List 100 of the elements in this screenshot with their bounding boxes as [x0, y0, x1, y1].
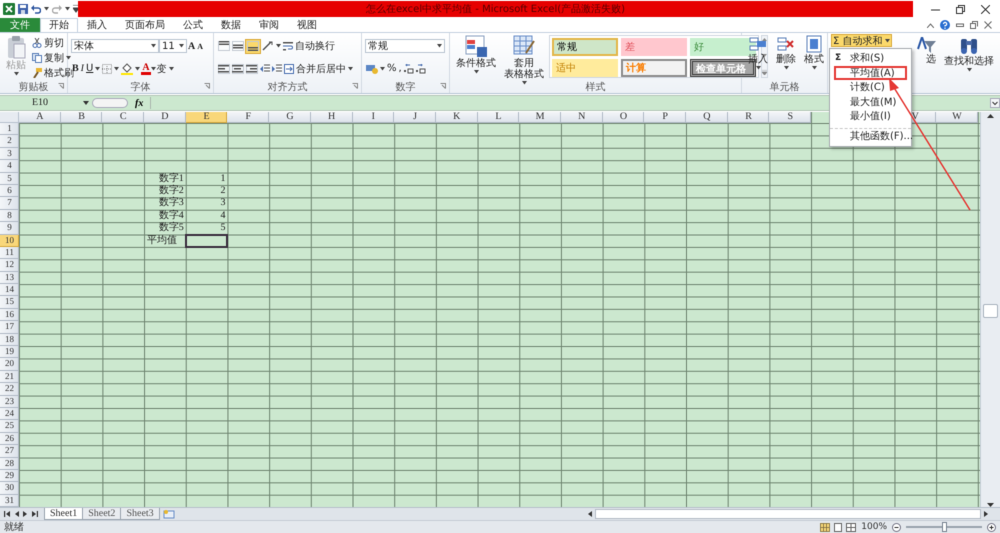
menu-item[interactable]: 计数(C) [830, 80, 911, 94]
horizontal-scrollbar[interactable] [588, 509, 988, 519]
dialog-launcher-icon[interactable] [352, 83, 358, 89]
ribbon-tab[interactable]: 页面布局 [116, 18, 174, 32]
save-icon[interactable] [18, 4, 28, 14]
menu-item[interactable]: 平均值(A) [834, 66, 907, 80]
zoom-in-icon[interactable] [987, 522, 996, 532]
column-header[interactable]: S [769, 112, 812, 123]
row-header[interactable]: 21 [0, 370, 19, 384]
row-header[interactable]: 15 [0, 296, 19, 309]
column-header[interactable]: W [936, 112, 978, 123]
minimize-window-icon[interactable] [956, 21, 964, 29]
column-header[interactable]: Q [686, 112, 728, 123]
decrease-decimal-button[interactable] [414, 61, 427, 76]
expand-formula-bar-icon[interactable] [990, 98, 1000, 108]
row-header[interactable]: 14 [0, 284, 19, 296]
row-header[interactable]: 26 [0, 432, 19, 446]
format-as-table-button[interactable]: 套用 表格格式 [501, 35, 547, 79]
row-header[interactable]: 13 [0, 272, 19, 284]
ribbon-tab[interactable]: 插入 [78, 18, 116, 32]
column-header[interactable]: K [436, 112, 478, 123]
merge-center-button[interactable]: 合并后居中 [283, 61, 354, 76]
align-right-button[interactable] [245, 61, 259, 76]
ribbon-tab[interactable]: 视图 [288, 18, 326, 32]
column-header[interactable]: E [186, 112, 228, 123]
row-header[interactable]: 2 [0, 135, 19, 148]
column-header[interactable]: O [602, 112, 644, 123]
first-sheet-icon[interactable] [4, 511, 10, 517]
shrink-font-button[interactable]: A [196, 38, 204, 54]
row-header[interactable]: 12 [0, 259, 19, 272]
close-icon[interactable] [981, 4, 990, 14]
restore-icon[interactable] [956, 4, 965, 14]
autosum-button[interactable]: Σ 自动求和 [831, 34, 892, 47]
row-header[interactable]: 10 [0, 234, 19, 247]
align-top-button[interactable] [217, 38, 231, 54]
column-header[interactable]: R [728, 112, 770, 123]
column-header[interactable]: J [394, 112, 436, 123]
column-header[interactable]: C [102, 112, 144, 123]
wrap-text-button[interactable]: 自动换行 [282, 38, 336, 54]
font-name-dropdown[interactable]: 宋体 [71, 39, 159, 54]
page-break-view-icon[interactable] [846, 522, 856, 532]
row-header[interactable]: 19 [0, 346, 19, 358]
name-box-caret-icon[interactable] [83, 101, 89, 105]
last-sheet-icon[interactable] [32, 511, 38, 517]
row-header[interactable]: 29 [0, 470, 19, 482]
scrollbar-thumb[interactable] [596, 510, 980, 518]
dialog-launcher-icon[interactable] [440, 83, 446, 89]
column-header[interactable]: G [269, 112, 311, 123]
conditional-formatting-button[interactable]: 条件格式 [453, 35, 499, 79]
row-header[interactable]: 4 [0, 160, 19, 173]
align-left-button[interactable] [217, 61, 231, 76]
column-header[interactable]: D [144, 112, 186, 123]
borders-button[interactable] [101, 61, 120, 76]
align-bottom-button[interactable] [245, 38, 261, 54]
italic-button[interactable]: I [80, 61, 86, 76]
row-header[interactable]: 16 [0, 308, 19, 322]
insert-function-button[interactable]: fx [131, 98, 148, 108]
cell-style-option[interactable]: 常规 [552, 38, 618, 56]
column-header[interactable]: M [519, 112, 561, 123]
dialog-launcher-icon[interactable] [58, 83, 64, 89]
row-header[interactable]: 31 [0, 494, 19, 507]
row-header[interactable]: 5 [0, 172, 19, 185]
fill-color-button[interactable] [120, 61, 142, 76]
row-header[interactable]: 9 [0, 222, 19, 235]
phonetic-button[interactable]: 变 [156, 61, 175, 76]
next-sheet-icon[interactable] [23, 511, 28, 517]
column-header[interactable]: A [19, 112, 61, 123]
zoom-out-icon[interactable] [892, 522, 901, 532]
spreadsheet-logo-icon[interactable] [3, 3, 15, 15]
column-header[interactable]: F [227, 112, 270, 123]
row-header[interactable]: 25 [0, 420, 19, 433]
format-cells-button[interactable]: 格式 [801, 35, 827, 79]
menu-item[interactable]: 最大值(M) [830, 94, 911, 109]
percent-button[interactable]: % [386, 61, 398, 76]
row-header[interactable]: 30 [0, 482, 19, 495]
selected-cell[interactable] [186, 234, 228, 247]
grow-font-button[interactable]: A [187, 38, 196, 54]
file-menu-tab[interactable]: 文件 [0, 18, 40, 32]
page-layout-view-icon[interactable] [833, 522, 844, 532]
zoom-slider-thumb[interactable] [942, 522, 947, 532]
comma-style-button[interactable]: , [398, 61, 403, 76]
column-header[interactable]: B [60, 112, 102, 123]
ribbon-tab[interactable]: 开始 [40, 18, 78, 32]
ribbon-tab[interactable]: 数据 [212, 18, 250, 32]
row-header[interactable]: 1 [0, 123, 19, 136]
row-header[interactable]: 17 [0, 321, 19, 334]
sheet-tab[interactable]: Sheet3 [120, 508, 160, 520]
row-header[interactable]: 7 [0, 197, 19, 210]
dialog-launcher-icon[interactable] [204, 83, 210, 89]
column-header[interactable]: L [478, 112, 520, 123]
ribbon-tab[interactable]: 审阅 [250, 18, 288, 32]
delete-cells-button[interactable]: 删除 [773, 35, 799, 79]
sort-filter-button[interactable]: 选 [911, 35, 939, 79]
row-header[interactable]: 6 [0, 184, 19, 198]
collapse-ribbon-icon[interactable] [927, 22, 934, 28]
menu-item[interactable]: Σ 求和(S) [830, 51, 911, 66]
help-icon[interactable] [940, 20, 950, 30]
ribbon-tab[interactable]: 公式 [174, 18, 212, 32]
row-header[interactable]: 22 [0, 383, 19, 396]
row-header[interactable]: 23 [0, 396, 19, 408]
